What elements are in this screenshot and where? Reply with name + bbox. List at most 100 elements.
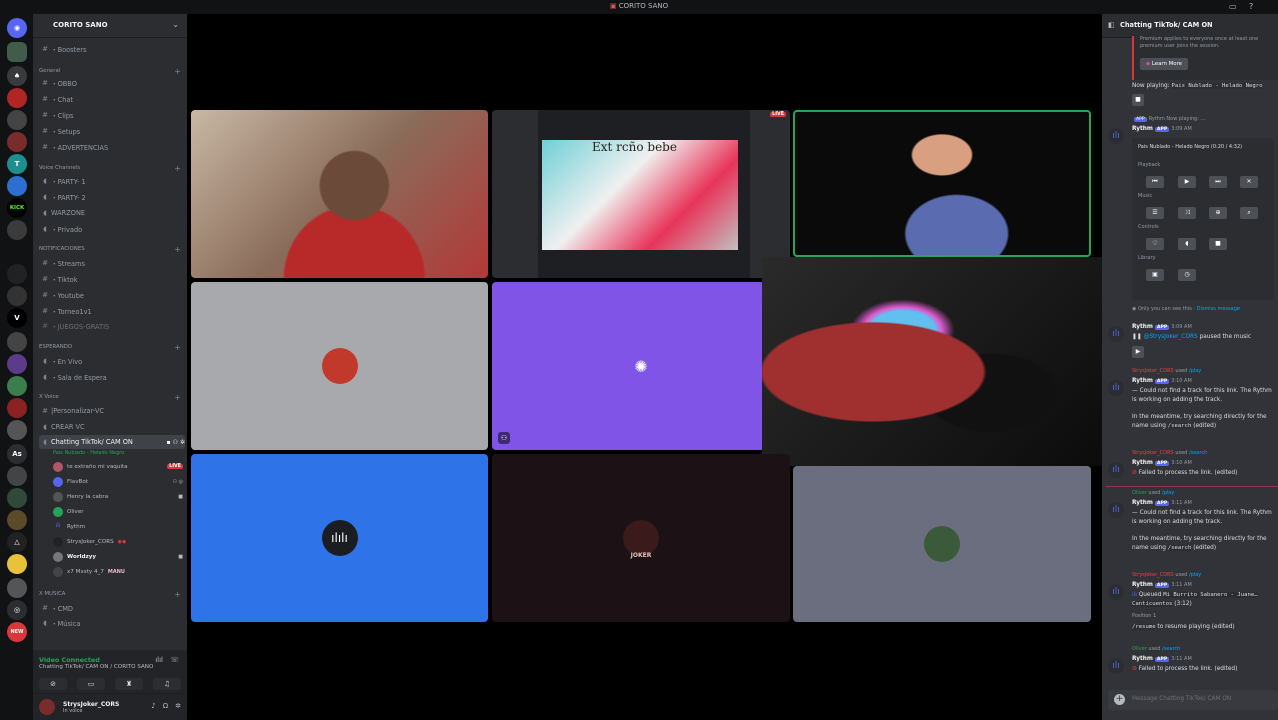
channel-obbo[interactable]: # ・OBBO — [39, 76, 185, 90]
server-icon[interactable]: △ — [7, 532, 27, 552]
voice-member[interactable]: Oliver — [53, 505, 183, 518]
add-user-icon[interactable]: ⚇ — [173, 439, 178, 446]
author[interactable]: Rythm APP 3:09 AM — [1132, 126, 1192, 132]
server-icon[interactable] — [7, 420, 27, 440]
server-icon[interactable] — [7, 554, 27, 574]
server-icon[interactable] — [7, 376, 27, 396]
inbox-icon[interactable]: ▭ — [1229, 2, 1239, 12]
help-icon[interactable]: ? — [1249, 2, 1259, 12]
channel-party1[interactable]: ◖ ・PARTY- 1 — [39, 174, 185, 188]
history-icon[interactable]: ◷ — [1178, 269, 1196, 281]
author[interactable]: Rythm APP 3:11 AM — [1132, 500, 1192, 506]
server-icon[interactable] — [7, 110, 27, 130]
server-icon[interactable] — [7, 132, 27, 152]
channel-party2[interactable]: ◖ ・PARTY- 2 — [39, 190, 185, 204]
volume-icon[interactable]: ◖ — [1178, 238, 1196, 250]
video-tile-keyboard-cam[interactable] — [793, 110, 1091, 257]
message-input[interactable]: + Message Chatting TikTok/ CAM ON — [1108, 690, 1278, 710]
screen-share-icon[interactable]: ▭ — [77, 678, 105, 690]
headphones-icon[interactable]: Ω — [163, 702, 168, 710]
voice-member[interactable]: te extraño mi vaquita LIVE — [53, 460, 183, 473]
server-icon[interactable] — [7, 88, 27, 108]
channel-musica[interactable]: ◖ ・Música — [39, 616, 185, 630]
server-icon[interactable] — [7, 398, 27, 418]
author[interactable]: Rythm APP 3:10 AM — [1132, 378, 1192, 384]
video-tile-rythm[interactable]: ılılı — [191, 454, 488, 622]
library-icon[interactable]: ▣ — [1146, 269, 1164, 281]
gear-icon[interactable]: ✲ — [175, 702, 181, 710]
channel-crear-vc[interactable]: ◖ CREAR VC — [39, 420, 185, 434]
chat-icon[interactable]: ▪ — [167, 439, 171, 446]
video-tile-flavbot[interactable]: ✺ ⚇ — [492, 282, 790, 450]
close-icon[interactable]: ✕ — [1240, 176, 1258, 188]
disconnect-icon[interactable]: ☏ — [170, 656, 179, 664]
video-tile-joker[interactable]: JOKER — [492, 454, 790, 622]
activity-icon[interactable]: ♜ — [115, 678, 143, 690]
author[interactable]: Rythm APP 3:09 AM — [1132, 324, 1192, 330]
discord-home-icon[interactable]: ◉ — [7, 18, 27, 38]
add-icon[interactable]: ⊕ — [1209, 207, 1227, 219]
channel-personalizar[interactable]: # |Personalizar-VC — [39, 404, 185, 418]
server-icon[interactable] — [7, 42, 27, 62]
voice-member[interactable]: StrysJoker_CORS ◉◉ — [53, 535, 183, 548]
channel-youtube[interactable]: # ・Youtube — [39, 288, 185, 302]
rythm-avatar-icon[interactable]: ılı — [1108, 462, 1124, 478]
voice-member[interactable]: x7 Mxsty 4_7 MANU — [53, 565, 183, 578]
plus-icon[interactable]: + — [174, 393, 181, 402]
category-voice-channels[interactable]: Voice Channels + — [39, 161, 185, 175]
server-icon[interactable] — [7, 466, 27, 486]
server-icon[interactable] — [7, 176, 27, 196]
search-icon[interactable]: ⌕ — [1240, 207, 1258, 219]
stop-icon[interactable]: ■ — [1209, 238, 1227, 250]
play-icon[interactable]: ▶ — [1178, 176, 1196, 188]
learn-more-button[interactable]: ◆ Learn More — [1140, 58, 1189, 70]
server-icon[interactable]: ♠ — [7, 66, 27, 86]
rythm-avatar-icon[interactable]: ılı — [1108, 128, 1124, 144]
server-icon[interactable]: T — [7, 154, 27, 174]
channel-setups[interactable]: # ・Setups — [39, 124, 185, 138]
previous-icon[interactable]: ⏮ — [1146, 176, 1164, 188]
video-tile-camera[interactable] — [191, 110, 488, 278]
channel-sala-espera[interactable]: ◖ ・Sala de Espera — [39, 370, 185, 384]
plus-icon[interactable]: + — [174, 164, 181, 173]
gear-icon[interactable]: ✲ — [180, 439, 185, 446]
shuffle-icon[interactable]: ⤨ — [1178, 207, 1196, 219]
author[interactable]: Rythm APP 3:10 AM — [1132, 460, 1192, 466]
channel-warzone[interactable]: ◖ WARZONE — [39, 206, 185, 220]
channel-cmd[interactable]: # ・CMD — [39, 601, 185, 615]
server-icon[interactable] — [7, 578, 27, 598]
server-icon[interactable] — [7, 264, 27, 284]
rythm-avatar-icon[interactable]: ılı — [1108, 380, 1124, 396]
author[interactable]: Rythm APP 3:11 AM — [1132, 656, 1192, 662]
plus-icon[interactable]: + — [174, 67, 181, 76]
server-header[interactable]: CORITO SANO ⌄ — [33, 14, 187, 38]
camera-off-icon[interactable]: ⊘ — [39, 678, 67, 690]
voice-member[interactable]: Worldzyy ■ — [53, 550, 183, 563]
channel-streams[interactable]: # ・Streams — [39, 256, 185, 270]
channel-tiktok[interactable]: # ・Tiktok — [39, 272, 185, 286]
rythm-avatar-icon[interactable]: ılı — [1108, 502, 1124, 518]
channel-torneo[interactable]: # ・Torneo1v1 — [39, 304, 185, 318]
server-icon[interactable] — [7, 332, 27, 352]
rythm-avatar-icon[interactable]: ılı — [1108, 584, 1124, 600]
heart-icon[interactable]: ♡ — [1146, 238, 1164, 250]
category-x-voice[interactable]: X Voice + — [39, 390, 185, 404]
video-tile-desk-cam[interactable] — [762, 257, 1132, 466]
dismiss-link[interactable]: Dismiss message — [1197, 306, 1240, 312]
video-tile-screen-share[interactable]: Ext rcño bebe LIVE — [492, 110, 790, 278]
voice-member[interactable]: FlavBot ⚇ ◎ — [53, 475, 183, 488]
server-icon[interactable] — [7, 354, 27, 374]
noise-suppression-icon[interactable]: ılıl — [155, 656, 163, 664]
category-x-musica[interactable]: X MUSICA + — [39, 587, 185, 601]
plus-icon[interactable]: + — [174, 245, 181, 254]
channel-chat[interactable]: # ・Chat — [39, 92, 185, 106]
video-tile-avatar[interactable] — [191, 282, 488, 450]
rythm-avatar-icon[interactable]: ılı — [1108, 326, 1124, 342]
server-icon[interactable]: ◎ — [7, 600, 27, 620]
stop-icon[interactable]: ■ — [1132, 94, 1144, 106]
voice-member[interactable]: Henry la cabra ■ — [53, 490, 183, 503]
category-esperando[interactable]: ESPERANDO + — [39, 340, 185, 354]
channel-juegos[interactable]: # ・JUEGOS-GRATIS — [39, 319, 185, 333]
next-icon[interactable]: ⏭ — [1209, 176, 1227, 188]
play-icon[interactable]: ▶ — [1132, 346, 1144, 358]
